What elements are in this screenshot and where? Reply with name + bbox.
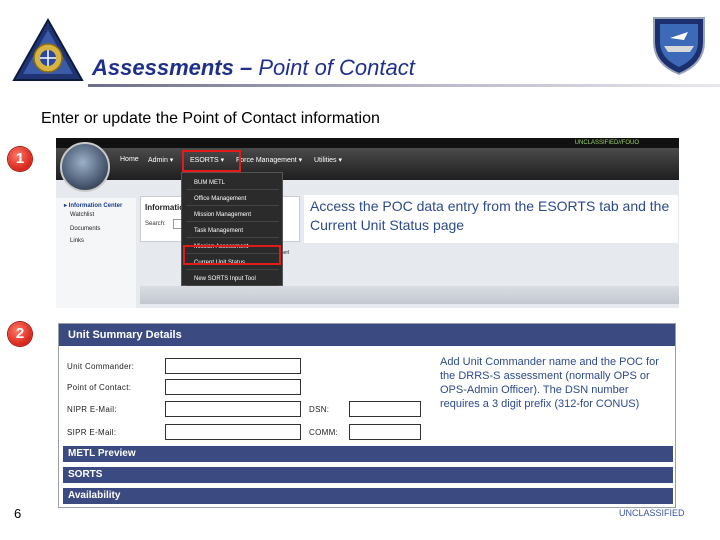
sipr-email-input[interactable] [165, 424, 301, 440]
point-of-contact-label: Point of Contact: [67, 383, 132, 392]
nav-utilities[interactable]: Utilities ▾ [314, 156, 342, 164]
left-panel: ▸ Information Center Watchlist Documents… [56, 198, 136, 308]
menu-item-mission-management[interactable]: Mission Management [186, 209, 279, 222]
nav-bar [56, 148, 679, 180]
section-availability[interactable]: Availability [63, 488, 673, 504]
step-1-callout: Access the POC data entry from the ESORT… [304, 195, 678, 243]
point-of-contact-input[interactable] [165, 379, 301, 395]
classification-banner: UNCLASSIFIED//FOUO [574, 140, 639, 146]
dsn-input[interactable] [349, 401, 421, 417]
title-underline [88, 84, 720, 87]
unit-summary-header: Unit Summary Details [59, 324, 675, 346]
left-panel-documents[interactable]: Documents [70, 226, 100, 232]
page-number: 6 [14, 506, 22, 521]
sipr-email-label: SIPR E-Mail: [67, 428, 117, 437]
nav-home[interactable]: Home [120, 156, 139, 163]
unit-summary-screenshot: Unit Summary Details Unit Commander: Poi… [58, 323, 676, 508]
comm-input[interactable] [349, 424, 421, 440]
menu-item-bum-metl[interactable]: BUM METL [186, 177, 279, 190]
section-availability-label: Availability [68, 490, 121, 501]
menu-item-office-management[interactable]: Office Management [186, 193, 279, 206]
title-rest-part: Point of Contact [252, 55, 415, 80]
step-2-callout: Add Unit Commander name and the POC for … [440, 356, 659, 410]
title-bold-part: Assessments – [92, 55, 253, 80]
unit-summary-header-label: Unit Summary Details [68, 329, 182, 341]
unit-commander-label: Unit Commander: [67, 362, 135, 371]
slide-subtitle: Enter or update the Point of Contact inf… [41, 110, 380, 127]
classification-footer: UNCLASSIFIED [619, 508, 685, 518]
current-unit-status-highlight [183, 245, 281, 265]
nav-force-management[interactable]: Force Management ▾ [236, 156, 302, 164]
esorts-tab-highlight [182, 150, 241, 172]
drrs-seal-icon [60, 142, 110, 192]
esorts-dropdown-menu: BUM METL Office Management Mission Manag… [181, 172, 283, 286]
nav-admin[interactable]: Admin ▾ [148, 156, 173, 164]
comm-label: COMM: [309, 428, 339, 437]
search-label: Search: [145, 221, 166, 227]
left-panel-information-center[interactable]: ▸ Information Center [64, 202, 122, 209]
classification-bar: UNCLASSIFIED//FOUO [56, 138, 679, 148]
naval-aviation-emblem [653, 17, 705, 76]
left-panel-watchlist[interactable]: Watchlist [70, 212, 94, 218]
menu-item-new-sorts-input-tool[interactable]: New SORTS Input Tool [186, 273, 279, 286]
nipr-email-input[interactable] [165, 401, 301, 417]
slide-title: Assessments – Point of Contact [92, 55, 415, 81]
section-metl-preview[interactable]: METL Preview [63, 446, 673, 462]
unit-commander-input[interactable] [165, 358, 301, 374]
left-panel-links[interactable]: Links [70, 238, 84, 244]
nipr-email-label: NIPR E-Mail: [67, 405, 117, 414]
content-band [140, 286, 679, 304]
navy-seal-logo [12, 18, 84, 81]
section-metl-preview-label: METL Preview [68, 448, 136, 459]
step-1-badge: 1 [8, 147, 32, 171]
step-2-badge: 2 [8, 322, 32, 346]
dsn-label: DSN: [309, 405, 330, 414]
menu-item-task-management[interactable]: Task Management [186, 225, 279, 238]
section-sorts-label: SORTS [68, 469, 103, 480]
section-sorts[interactable]: SORTS [63, 467, 673, 483]
